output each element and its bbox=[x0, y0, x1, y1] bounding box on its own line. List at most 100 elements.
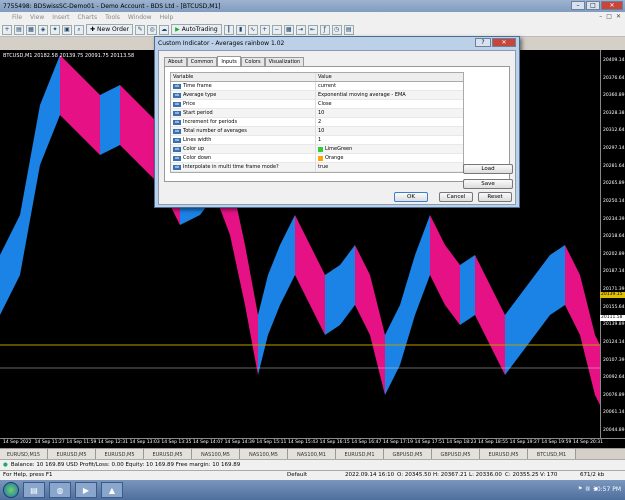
rainbow-band-segment bbox=[490, 285, 505, 375]
restore-icon[interactable]: – bbox=[599, 13, 602, 20]
input-row[interactable]: ab Average type Exponential moving average… bbox=[171, 91, 463, 100]
market-watch-icon[interactable]: ▦ bbox=[26, 24, 36, 35]
input-row[interactable]: ab Lines width 1 bbox=[171, 136, 463, 145]
dialog-close-button[interactable]: ✕ bbox=[492, 38, 516, 47]
input-value-cell[interactable]: Close bbox=[316, 100, 463, 108]
data-window-icon[interactable]: ◈ bbox=[38, 24, 48, 35]
cloud-icon[interactable]: ☁ bbox=[159, 24, 170, 35]
inputs-grid: Variable Value ab Time frame current ab Aver… bbox=[170, 72, 464, 173]
zoom-in-icon[interactable]: + bbox=[259, 24, 270, 35]
explorer-icon[interactable]: ▤ bbox=[23, 482, 45, 498]
close-chart-icon[interactable]: ✕ bbox=[616, 13, 621, 20]
metaeditor-icon[interactable]: ✎ bbox=[135, 24, 146, 35]
browser-icon[interactable]: ◍ bbox=[49, 482, 71, 498]
input-variable: Color up bbox=[183, 146, 204, 152]
tester-icon[interactable]: ⌕ bbox=[74, 24, 84, 35]
input-value-cell[interactable]: 1 bbox=[316, 136, 463, 144]
input-row[interactable]: ab Increment for periods 2 bbox=[171, 118, 463, 127]
status-low: L: 20336.00 bbox=[469, 472, 502, 478]
candle-chart-icon[interactable]: ▮ bbox=[235, 24, 246, 35]
input-value-cell[interactable]: 10 bbox=[316, 127, 463, 135]
terminal-icon[interactable]: ▣ bbox=[62, 24, 72, 35]
price-tick: 20234.39 bbox=[603, 216, 625, 222]
bar-chart-icon[interactable]: ┃ bbox=[223, 24, 234, 35]
input-type-icon: ab bbox=[173, 83, 181, 89]
restore-window-icon[interactable]: □ bbox=[606, 13, 612, 20]
periods-icon[interactable]: ◷ bbox=[331, 24, 342, 35]
input-row[interactable]: ab Color up LimeGreen bbox=[171, 145, 463, 154]
input-row[interactable]: ab Interpolate in multi time frame mode? t… bbox=[171, 163, 463, 172]
save-button[interactable]: Save bbox=[463, 179, 513, 189]
status-close: C: 20355.25 bbox=[505, 472, 539, 478]
rainbow-band-segment bbox=[460, 255, 475, 325]
tab-common[interactable]: Common bbox=[186, 57, 218, 66]
input-row[interactable]: ab Color down Orange bbox=[171, 154, 463, 163]
rainbow-band-segment bbox=[415, 215, 430, 315]
minimize-button[interactable]: – bbox=[571, 1, 585, 10]
menu-tools[interactable]: Tools bbox=[105, 14, 120, 21]
close-button[interactable]: ✕ bbox=[601, 1, 623, 10]
rainbow-band-segment bbox=[100, 85, 120, 155]
chart-shift-icon[interactable]: ⇤ bbox=[307, 24, 318, 35]
input-value-cell[interactable]: current bbox=[316, 82, 463, 90]
tile-icon[interactable]: ▦ bbox=[283, 24, 294, 35]
maximize-button[interactable]: □ bbox=[586, 1, 600, 10]
ok-button[interactable]: OK bbox=[394, 192, 428, 202]
time-tick: 14 Sep 13:03 bbox=[129, 440, 160, 445]
templates-icon[interactable]: ▤ bbox=[343, 24, 354, 35]
rainbow-band-segment bbox=[325, 265, 340, 335]
tab-colors[interactable]: Colors bbox=[240, 57, 265, 66]
input-value-cell[interactable]: 2 bbox=[316, 118, 463, 126]
autotrading-icon: ▶ bbox=[175, 26, 180, 33]
status-high: H: 20367.21 bbox=[433, 472, 467, 478]
autotrading-button[interactable]: ▶ AutoTrading bbox=[171, 24, 222, 35]
signals-icon[interactable]: ◎ bbox=[147, 24, 158, 35]
navigator-icon[interactable]: ✦ bbox=[50, 24, 60, 35]
input-value-cell[interactable]: true bbox=[316, 163, 463, 171]
time-tick: 14 Sep 14:39 bbox=[224, 440, 255, 445]
new-order-button[interactable]: ✚ New Order bbox=[86, 24, 134, 35]
reset-button[interactable]: Reset bbox=[478, 192, 512, 202]
new-chart-icon[interactable]: + bbox=[2, 24, 12, 35]
input-value-cell[interactable]: 10 bbox=[316, 109, 463, 117]
menu-file[interactable]: File bbox=[12, 14, 22, 21]
indicators-icon[interactable]: ƒ bbox=[319, 24, 330, 35]
input-value-cell[interactable]: LimeGreen bbox=[316, 145, 463, 153]
input-row[interactable]: ab Start period 10 bbox=[171, 109, 463, 118]
input-row[interactable]: ab Price Close bbox=[171, 100, 463, 109]
tab-about[interactable]: About bbox=[164, 57, 187, 66]
tab-visualization[interactable]: Visualization bbox=[264, 57, 305, 66]
status-help: For Help, press F1 bbox=[3, 472, 53, 478]
metatrader-icon[interactable]: ▲ bbox=[101, 482, 123, 498]
menu-view[interactable]: View bbox=[30, 14, 44, 21]
start-button[interactable] bbox=[3, 482, 19, 498]
network-icon[interactable]: ▥ bbox=[585, 486, 590, 492]
clock[interactable]: 10:57 PM bbox=[593, 486, 621, 493]
zoom-out-icon[interactable]: − bbox=[271, 24, 282, 35]
menu-help[interactable]: Help bbox=[160, 14, 174, 21]
input-row[interactable]: ab Total number of averages 10 bbox=[171, 127, 463, 136]
tab-inputs[interactable]: Inputs bbox=[217, 56, 241, 66]
menu-insert[interactable]: Insert bbox=[52, 14, 69, 21]
profiles-icon[interactable]: ▤ bbox=[14, 24, 24, 35]
time-tick: 14 Sep 15:43 bbox=[288, 440, 319, 445]
load-button[interactable]: Load bbox=[463, 164, 513, 174]
input-value-cell[interactable]: Exponential moving average - EMA bbox=[316, 91, 463, 99]
media-icon[interactable]: ▶ bbox=[75, 482, 97, 498]
symbol-tabs: EURUSD,M15 EURUSD,M5 EURUSD,M5 EURUSD,M5 NAS… bbox=[0, 448, 625, 460]
autoscroll-icon[interactable]: ⇥ bbox=[295, 24, 306, 35]
menu-charts[interactable]: Charts bbox=[78, 14, 98, 21]
input-row[interactable]: ab Time frame current bbox=[171, 82, 463, 91]
menu-window[interactable]: Window bbox=[128, 14, 152, 21]
flag-icon[interactable]: ⚑ bbox=[578, 486, 582, 492]
dialog-help-button[interactable]: ? bbox=[475, 38, 491, 47]
input-variable: Color down bbox=[183, 155, 212, 161]
input-type-icon: ab bbox=[173, 137, 181, 143]
window-title: 7755498: BDSwissSC-Demo01 - Demo Account… bbox=[3, 2, 221, 10]
input-variable: Interpolate in multi time frame mode? bbox=[183, 164, 279, 170]
input-value-cell[interactable]: Orange bbox=[316, 154, 463, 162]
price-tick: 20044.89 bbox=[603, 428, 625, 433]
cancel-button[interactable]: Cancel bbox=[439, 192, 473, 202]
line-chart-icon[interactable]: ∿ bbox=[247, 24, 258, 35]
status-bar: For Help, press F1 Default 2022.09.14 16… bbox=[0, 470, 625, 480]
